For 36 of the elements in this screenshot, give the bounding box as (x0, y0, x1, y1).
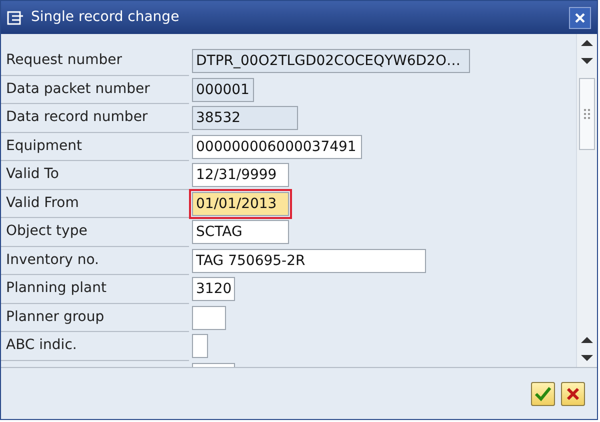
cancel-icon (566, 386, 580, 400)
input-field[interactable]: 12/31/9999 (192, 163, 289, 188)
input-field[interactable]: SCTAG (192, 220, 289, 244)
input-field[interactable] (192, 306, 226, 330)
field-label: Planner group (6, 308, 104, 327)
scroll-thumb[interactable] (579, 78, 595, 150)
field-label: Planning plant (6, 279, 106, 298)
cancel-button[interactable] (561, 382, 585, 406)
down-arrow-icon (581, 57, 593, 65)
field-label: Valid From (6, 194, 79, 213)
input-field[interactable]: 01/01/2013 (192, 192, 289, 216)
input-field[interactable]: 3120 (192, 277, 235, 302)
field-label: Inventory no. (6, 250, 99, 270)
field-label: Valid To (6, 165, 59, 184)
close-icon (574, 12, 586, 24)
field-label: Object type (6, 222, 88, 242)
check-icon (534, 386, 552, 402)
input-field[interactable] (192, 362, 235, 367)
field-label: Data packet number (6, 80, 150, 99)
close-button[interactable] (569, 6, 591, 28)
down-arrow-icon (581, 354, 593, 362)
up-arrow-icon (581, 39, 593, 47)
up-arrow-icon (581, 336, 593, 344)
field-label: Request number (6, 51, 122, 70)
input-field[interactable]: 000000006000037491 (192, 134, 362, 159)
input-field[interactable]: 38532 (192, 106, 298, 130)
input-field[interactable] (192, 334, 208, 358)
confirm-button[interactable] (531, 382, 555, 406)
input-field[interactable]: 000001 (192, 78, 254, 102)
input-field[interactable]: DTPR_00O2TLGD02COCEQYW6D2O… (192, 49, 470, 74)
input-field[interactable]: TAG 750695-2R (192, 248, 426, 273)
window-title: Single record change (31, 8, 180, 27)
field-label: Data record number (6, 108, 148, 128)
edit-icon (7, 10, 25, 26)
field-label: ABC indic. (6, 336, 77, 356)
field-label: Equipment (6, 136, 82, 156)
